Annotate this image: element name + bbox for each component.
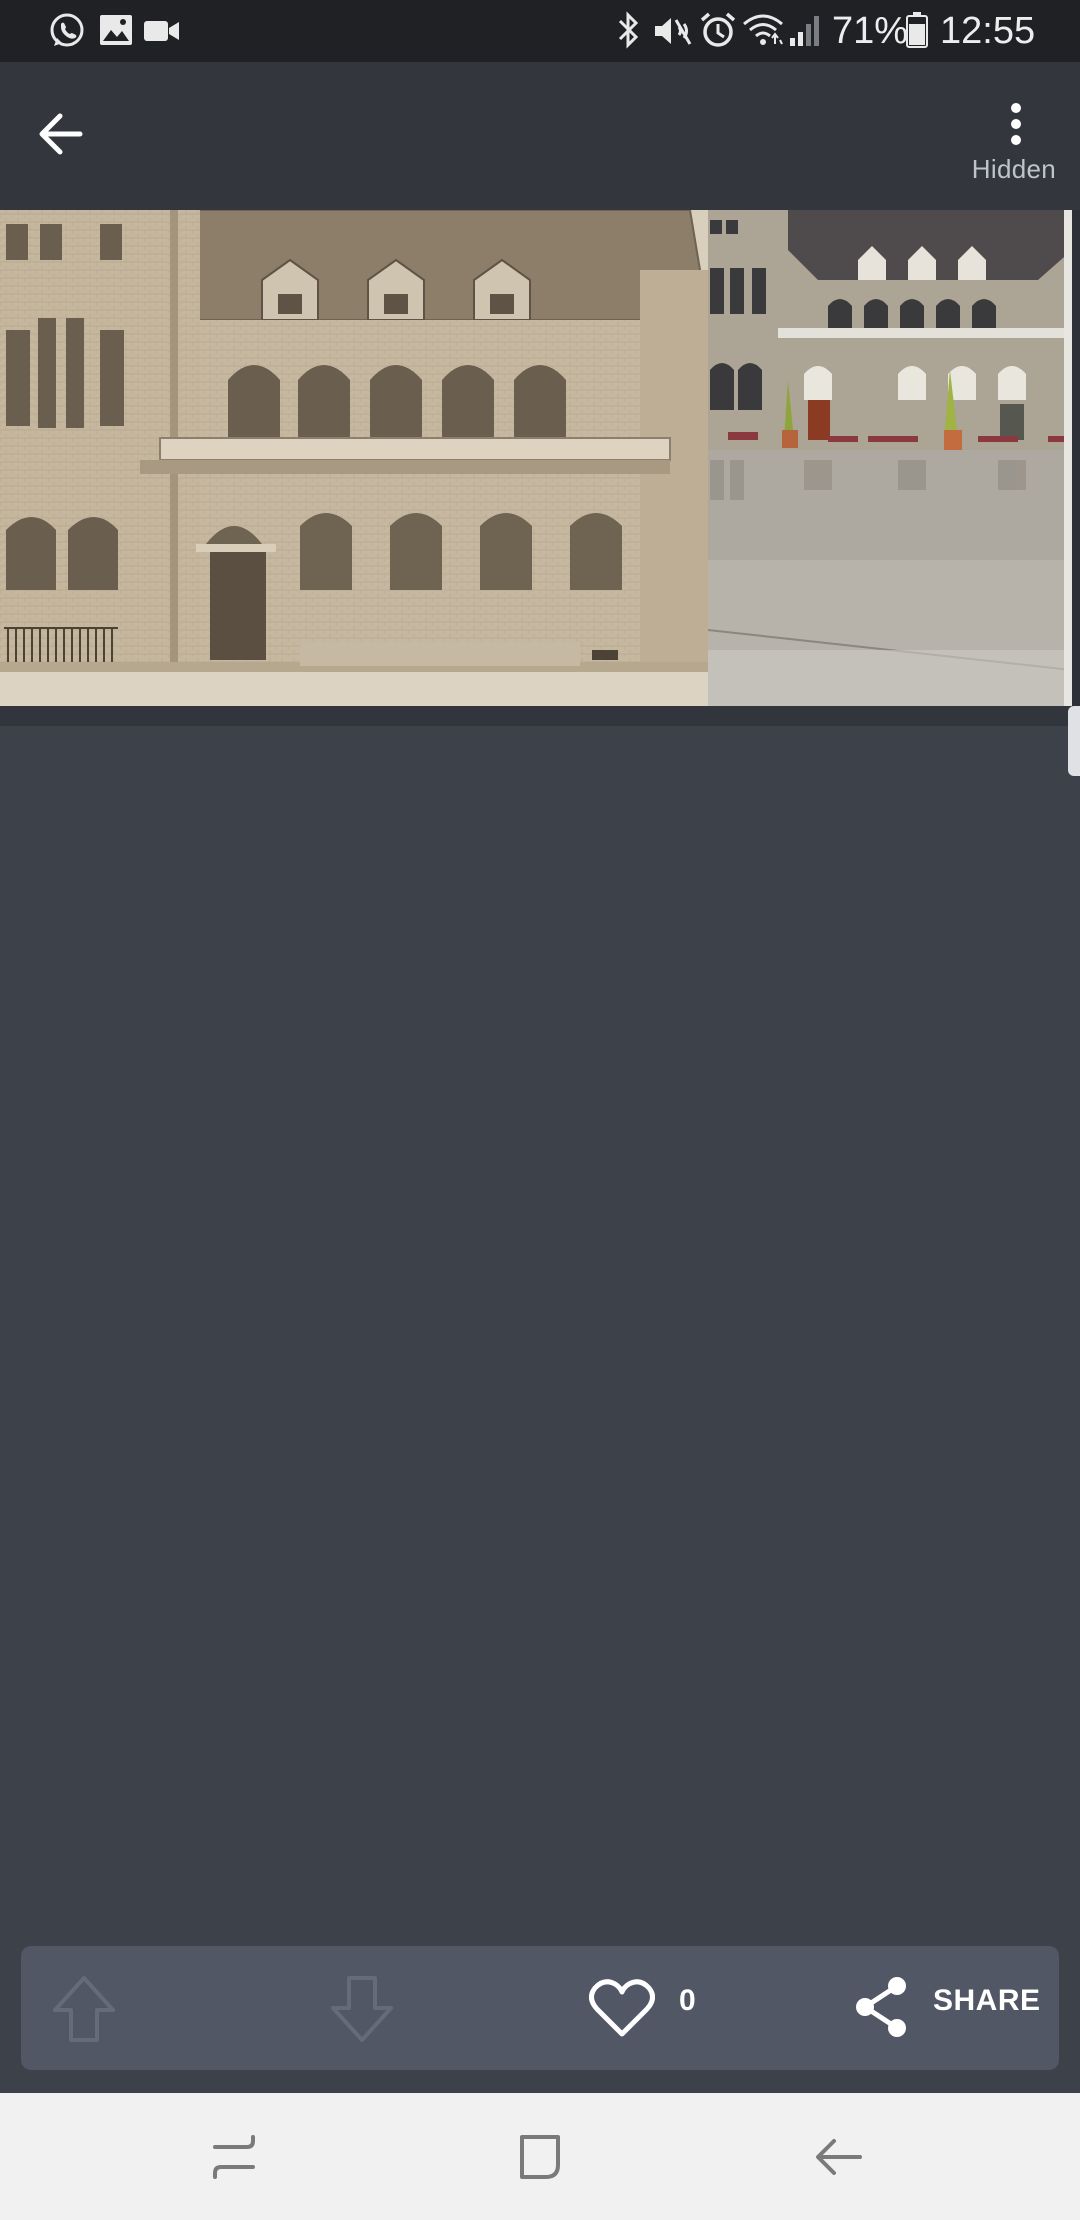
vote-down-button[interactable]	[319, 1966, 405, 2052]
system-nav-bar	[0, 2093, 1080, 2220]
video-camera-icon	[144, 21, 179, 41]
home-icon	[520, 2135, 560, 2179]
whatsapp-icon	[50, 13, 84, 47]
arrow-down-outline-icon	[331, 1976, 393, 2042]
gallery-icon	[100, 15, 132, 45]
back-icon	[816, 2139, 862, 2175]
status-bar: 71% 12:55	[0, 0, 1080, 62]
clock: 12:55	[940, 10, 1036, 52]
battery-percent: 71%	[832, 10, 909, 52]
bluetooth-icon	[618, 11, 639, 49]
more-vert-icon	[1011, 103, 1021, 145]
modern-building-photo[interactable]	[708, 210, 1072, 706]
share-label: SHARE	[933, 1984, 1041, 2017]
image-comparison	[0, 210, 1080, 706]
image-strip-shadow	[0, 706, 1080, 726]
historic-building-photo[interactable]	[0, 210, 708, 706]
hidden-label: Hidden	[971, 154, 1056, 184]
share-icon	[856, 1977, 906, 2037]
arrow-up-outline-icon	[53, 1976, 115, 2042]
vote-up-button[interactable]	[41, 1966, 127, 2052]
recents-button[interactable]	[205, 2129, 265, 2185]
mute-icon	[655, 18, 692, 45]
recents-icon	[213, 2135, 255, 2179]
signal-icon	[790, 16, 819, 46]
like-count: 0	[679, 1984, 696, 2017]
action-bar: 0 SHARE	[21, 1946, 1059, 2070]
wifi-icon	[743, 14, 783, 45]
battery-icon	[906, 12, 928, 48]
like-button[interactable]	[589, 1976, 749, 2040]
app-bar: Hidden	[0, 62, 1080, 210]
home-button[interactable]	[510, 2129, 570, 2185]
heart-outline-icon	[589, 1979, 655, 2037]
alarm-icon	[700, 12, 736, 47]
back-button[interactable]	[28, 98, 100, 170]
arrow-left-icon	[39, 113, 83, 155]
scrollbar-thumb[interactable]	[1068, 706, 1080, 776]
system-back-button[interactable]	[808, 2129, 868, 2185]
